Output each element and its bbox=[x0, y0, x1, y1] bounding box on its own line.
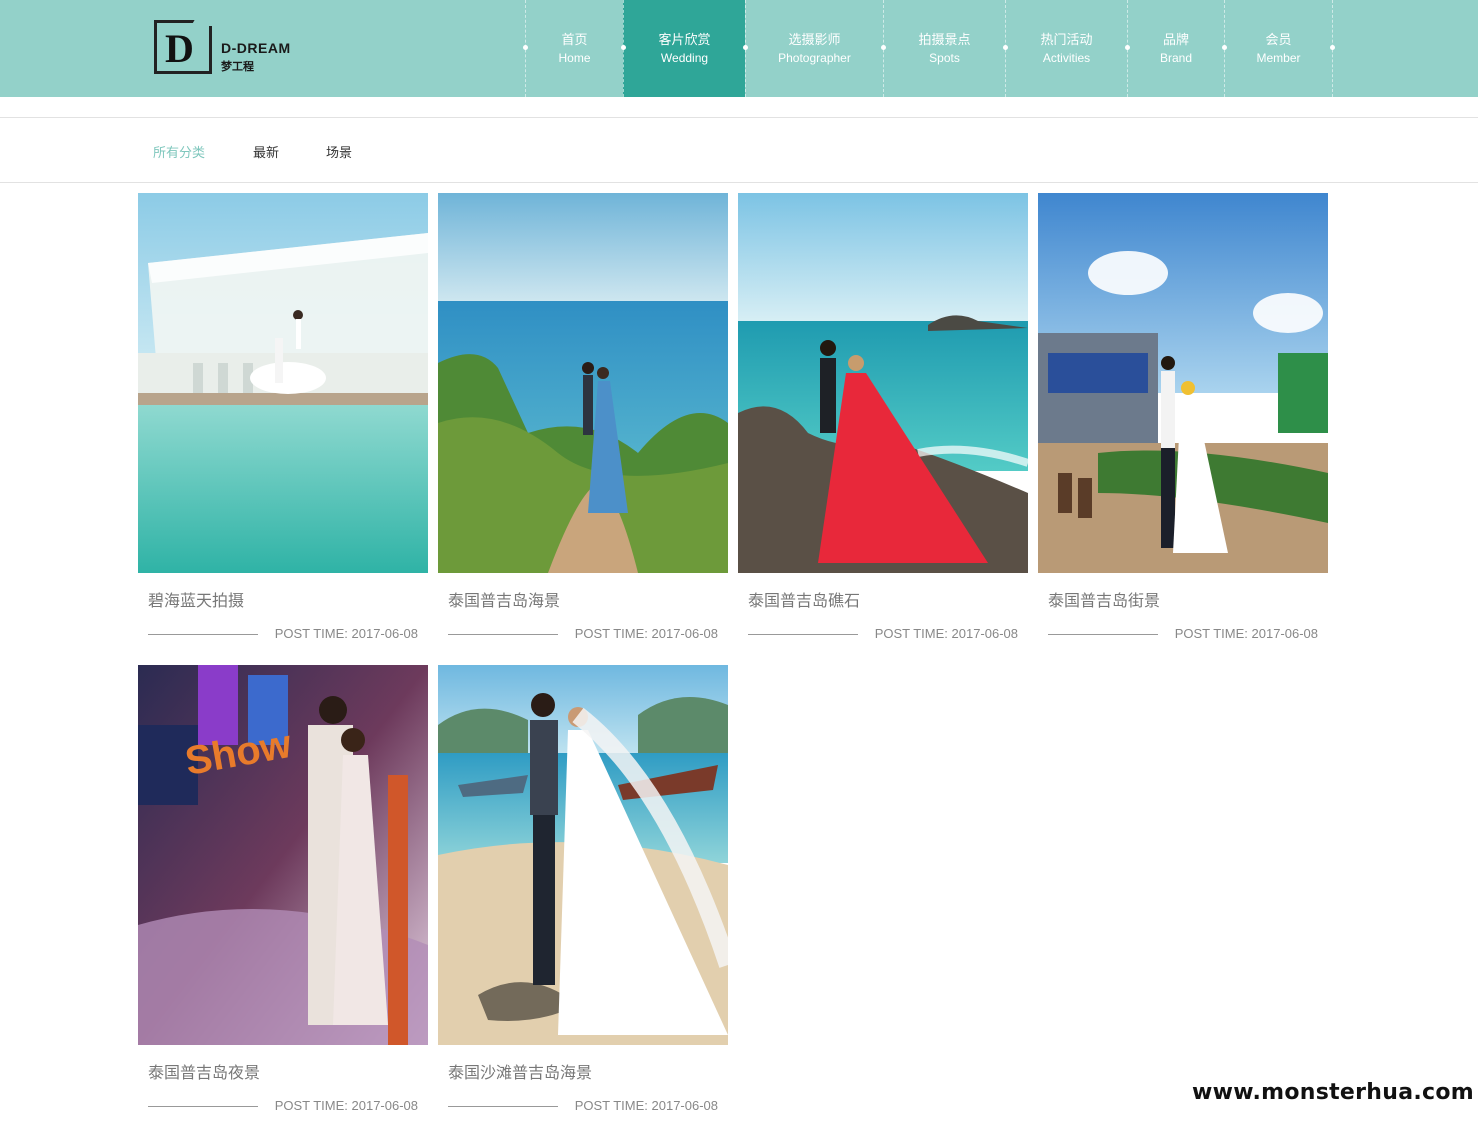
photo-night: Show bbox=[138, 665, 428, 1045]
logo-name-cn: 梦工程 bbox=[221, 61, 254, 73]
nav-item-brand[interactable]: 品牌 Brand bbox=[1125, 0, 1224, 97]
card-post-time: POST TIME: 2017-06-08 bbox=[574, 626, 718, 641]
nav-dot bbox=[1222, 45, 1227, 50]
card-post-time: POST TIME: 2017-06-08 bbox=[274, 626, 418, 641]
nav-label-cn: 选摄影师 bbox=[788, 31, 841, 47]
nav-label-en: Activities bbox=[1042, 50, 1091, 65]
category-filter: 所有分类 最新 场景 bbox=[0, 117, 1478, 183]
nav-dot bbox=[1125, 45, 1130, 50]
nav-dot bbox=[621, 45, 626, 50]
site-header: D D-DREAM 梦工程 首页 Home 客片欣赏 Wedding 选摄影师 … bbox=[0, 0, 1478, 97]
card-photo[interactable] bbox=[138, 193, 428, 573]
card-title[interactable]: 泰国普吉岛海景 bbox=[448, 587, 560, 611]
card-title[interactable]: 泰国沙滩普吉岛海景 bbox=[448, 1059, 592, 1083]
nav-dot bbox=[743, 45, 748, 50]
nav-label-en: Brand bbox=[1159, 50, 1193, 65]
page: D D-DREAM 梦工程 首页 Home 客片欣赏 Wedding 选摄影师 … bbox=[0, 0, 1478, 1124]
card-title[interactable]: 泰国普吉岛街景 bbox=[1048, 587, 1160, 611]
nav-item-home[interactable]: 首页 Home bbox=[523, 0, 623, 97]
logo-letter: D bbox=[165, 26, 194, 71]
nav-dot bbox=[523, 45, 528, 50]
photo-rocks bbox=[738, 193, 1028, 573]
card-photo[interactable]: Show bbox=[138, 665, 428, 1045]
photo-street bbox=[1038, 193, 1328, 573]
site-logo[interactable]: D D-DREAM 梦工程 bbox=[154, 16, 294, 76]
card-post-time: POST TIME: 2017-06-08 bbox=[874, 626, 1018, 641]
card-post-time: POST TIME: 2017-06-08 bbox=[574, 1098, 718, 1113]
photo-pool bbox=[138, 193, 428, 573]
nav-item-wedding[interactable]: 客片欣赏 Wedding bbox=[621, 0, 745, 97]
nav-item-member[interactable]: 会员 Member bbox=[1222, 0, 1335, 97]
divider-line bbox=[148, 634, 258, 635]
logo-name-en: D-DREAM bbox=[221, 40, 291, 56]
nav-label-cn: 客片欣赏 bbox=[658, 31, 711, 47]
site-watermark: www.monsterhua.com bbox=[1191, 1080, 1474, 1105]
logo-mark: D bbox=[154, 20, 212, 74]
nav-label-en: Photographer bbox=[778, 50, 851, 65]
gallery-card[interactable]: 泰国沙滩普吉岛海景 POST TIME: 2017-06-08 bbox=[438, 665, 728, 1113]
card-post-time: POST TIME: 2017-06-08 bbox=[1174, 626, 1318, 641]
divider-line bbox=[1048, 634, 1158, 635]
gallery-card[interactable]: 碧海蓝天拍摄 POST TIME: 2017-06-08 bbox=[138, 193, 428, 641]
card-title[interactable]: 泰国普吉岛夜景 bbox=[148, 1059, 260, 1083]
card-post-time: POST TIME: 2017-06-08 bbox=[274, 1098, 418, 1113]
gallery-card[interactable]: 泰国普吉岛海景 POST TIME: 2017-06-08 bbox=[438, 193, 728, 641]
divider-line bbox=[148, 1106, 258, 1107]
card-photo[interactable] bbox=[438, 665, 728, 1045]
filter-all[interactable]: 所有分类 bbox=[153, 142, 205, 161]
gallery-card[interactable]: 泰国普吉岛礁石 POST TIME: 2017-06-08 bbox=[738, 193, 1028, 641]
nav-label-cn: 首页 bbox=[561, 31, 588, 47]
card-title[interactable]: 泰国普吉岛礁石 bbox=[748, 587, 860, 611]
main-nav: 首页 Home 客片欣赏 Wedding 选摄影师 Photographer 拍… bbox=[523, 0, 1335, 97]
nav-dot bbox=[1003, 45, 1008, 50]
gallery-card[interactable]: 泰国普吉岛街景 POST TIME: 2017-06-08 bbox=[1038, 193, 1328, 641]
filter-latest[interactable]: 最新 bbox=[253, 142, 279, 161]
card-photo[interactable] bbox=[438, 193, 728, 573]
nav-label-en: Member bbox=[1256, 50, 1301, 65]
card-title[interactable]: 碧海蓝天拍摄 bbox=[148, 587, 244, 611]
photo-beach bbox=[438, 665, 728, 1045]
nav-label-cn: 热门活动 bbox=[1040, 31, 1093, 47]
nav-item-spots[interactable]: 拍摄景点 Spots bbox=[881, 0, 1005, 97]
nav-label-cn: 品牌 bbox=[1162, 31, 1189, 47]
nav-label-en: Home bbox=[558, 50, 591, 65]
nav-label-en: Wedding bbox=[660, 50, 709, 65]
divider-line bbox=[448, 1106, 558, 1107]
nav-item-photographer[interactable]: 选摄影师 Photographer bbox=[743, 0, 883, 97]
divider-line bbox=[748, 634, 858, 635]
divider-line bbox=[448, 634, 558, 635]
nav-label-en: Spots bbox=[929, 50, 960, 65]
card-photo[interactable] bbox=[738, 193, 1028, 573]
filter-scene[interactable]: 场景 bbox=[326, 142, 352, 161]
gallery-card[interactable]: Show 泰国普吉岛夜景 POST TIME: 2017-06-08 bbox=[138, 665, 428, 1113]
photo-cliff bbox=[438, 193, 728, 573]
nav-dot bbox=[1330, 45, 1335, 50]
card-photo[interactable] bbox=[1038, 193, 1328, 573]
nav-item-activities[interactable]: 热门活动 Activities bbox=[1003, 0, 1127, 97]
nav-label-cn: 会员 bbox=[1265, 31, 1292, 47]
nav-dot bbox=[881, 45, 886, 50]
nav-label-cn: 拍摄景点 bbox=[918, 31, 971, 47]
